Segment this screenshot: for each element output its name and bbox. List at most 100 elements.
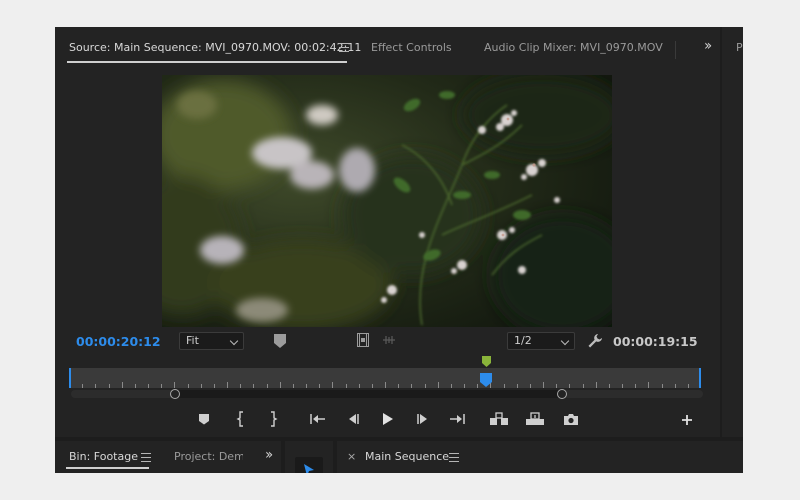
ruler-tick bbox=[385, 382, 386, 388]
ruler-tick bbox=[109, 384, 110, 388]
tab-source-monitor[interactable]: Source: Main Sequence: MVI_0970.MOV: 00:… bbox=[69, 41, 361, 54]
ruler-tick bbox=[517, 384, 518, 388]
ruler-tick bbox=[174, 382, 175, 388]
button-editor-button[interactable] bbox=[677, 411, 697, 429]
ruler-tick bbox=[227, 382, 228, 388]
active-tab-underline bbox=[67, 61, 347, 63]
ruler-tick bbox=[280, 382, 281, 388]
ruler-tick bbox=[569, 384, 570, 388]
tab-program-monitor[interactable]: P bbox=[736, 41, 743, 54]
tab-main-sequence[interactable]: Main Sequence bbox=[365, 450, 449, 463]
wrench-icon[interactable] bbox=[587, 333, 603, 349]
ruler-tick bbox=[583, 384, 584, 388]
step-back-icon bbox=[349, 414, 359, 424]
ruler-tick bbox=[648, 382, 649, 388]
chevron-down-icon bbox=[229, 336, 239, 346]
ruler-tick bbox=[477, 384, 478, 388]
current-timecode[interactable]: 00:00:20:12 bbox=[76, 334, 161, 349]
ruler-end-edge bbox=[699, 368, 701, 388]
ruler-tick bbox=[622, 384, 623, 388]
ruler-tick bbox=[609, 384, 610, 388]
ruler-tick bbox=[530, 384, 531, 388]
ruler-tick bbox=[332, 382, 333, 388]
close-icon[interactable]: × bbox=[347, 450, 356, 463]
in-point-marker-icon[interactable] bbox=[481, 356, 491, 367]
play-button[interactable] bbox=[378, 410, 398, 428]
mark-in-icon bbox=[236, 411, 243, 427]
panel-menu-icon[interactable] bbox=[141, 453, 151, 462]
ruler-tick bbox=[438, 382, 439, 388]
zoom-level-value: Fit bbox=[186, 334, 199, 347]
overwrite-button[interactable] bbox=[525, 410, 545, 428]
panel-menu-icon[interactable] bbox=[339, 43, 349, 52]
add-marker-button[interactable] bbox=[194, 410, 214, 428]
ruler-tick bbox=[425, 384, 426, 388]
zoom-scrollbar-thumb[interactable] bbox=[173, 390, 563, 398]
go-to-in-button[interactable] bbox=[308, 410, 328, 428]
selection-tool-button[interactable] bbox=[295, 457, 323, 473]
program-monitor-panel: P bbox=[722, 27, 743, 437]
insert-icon bbox=[490, 412, 508, 425]
mark-in-button[interactable] bbox=[231, 410, 251, 428]
drag-video-only-icon[interactable] bbox=[357, 333, 369, 347]
chevron-down-icon bbox=[560, 336, 570, 346]
marker-icon[interactable] bbox=[273, 333, 287, 349]
go-to-out-button[interactable] bbox=[447, 410, 467, 428]
ruler-tick bbox=[161, 384, 162, 388]
tools-panel bbox=[285, 441, 333, 473]
source-monitor-panel: Source: Main Sequence: MVI_0970.MOV: 00:… bbox=[55, 27, 720, 437]
go-to-out-icon bbox=[450, 414, 465, 424]
zoom-scrollbar-right-handle[interactable] bbox=[557, 389, 567, 399]
ruler-tick bbox=[319, 384, 320, 388]
double-chevron-right-icon[interactable]: ›› bbox=[265, 447, 273, 463]
drag-audio-only-icon[interactable] bbox=[382, 335, 396, 345]
ruler-tick bbox=[188, 384, 189, 388]
ruler-tick bbox=[504, 384, 505, 388]
ruler-tick bbox=[346, 384, 347, 388]
ruler-tick bbox=[95, 384, 96, 388]
ruler-tick bbox=[556, 384, 557, 388]
tab-separator bbox=[675, 41, 676, 59]
export-frame-button[interactable] bbox=[561, 410, 581, 428]
premiere-workspace: Source: Main Sequence: MVI_0970.MOV: 00:… bbox=[55, 27, 743, 473]
ruler-tick bbox=[543, 382, 544, 388]
step-forward-button[interactable] bbox=[413, 410, 433, 428]
playback-resolution-value: 1/2 bbox=[514, 334, 532, 347]
ruler-tick bbox=[662, 384, 663, 388]
mark-out-icon bbox=[271, 411, 278, 427]
zoom-scrollbar-left-handle[interactable] bbox=[170, 389, 180, 399]
ruler-tick bbox=[122, 382, 123, 388]
overwrite-icon bbox=[526, 412, 544, 425]
panel-menu-icon[interactable] bbox=[449, 453, 459, 462]
ruler-tick bbox=[359, 384, 360, 388]
ruler-start-edge bbox=[69, 368, 71, 388]
step-back-button[interactable] bbox=[343, 410, 363, 428]
ruler-tick bbox=[148, 384, 149, 388]
video-frame-image bbox=[162, 75, 612, 327]
double-chevron-right-icon[interactable]: ›› bbox=[704, 38, 712, 54]
ruler-tick bbox=[240, 384, 241, 388]
zoom-level-select[interactable]: Fit bbox=[179, 332, 244, 350]
ruler-tick bbox=[635, 384, 636, 388]
tab-audio-clip-mixer[interactable]: Audio Clip Mixer: MVI_0970.MOV bbox=[484, 41, 663, 54]
ruler-tick bbox=[372, 384, 373, 388]
ruler-tick bbox=[214, 384, 215, 388]
timeline-panel: × Main Sequence bbox=[337, 441, 743, 473]
insert-button[interactable] bbox=[489, 410, 509, 428]
source-tab-bar: Source: Main Sequence: MVI_0970.MOV: 00:… bbox=[55, 37, 720, 63]
playhead-icon[interactable] bbox=[480, 373, 493, 387]
active-tab-underline bbox=[66, 467, 149, 469]
step-forward-icon bbox=[417, 414, 427, 424]
tab-bin-footage[interactable]: Bin: Footage bbox=[69, 450, 138, 463]
time-ruler[interactable] bbox=[69, 368, 701, 388]
tab-project[interactable]: Project: Demo bbox=[174, 450, 243, 463]
play-icon bbox=[383, 413, 393, 425]
ruler-tick bbox=[411, 384, 412, 388]
mark-out-button[interactable] bbox=[263, 410, 283, 428]
plus-icon bbox=[682, 415, 692, 425]
ruler-tick bbox=[267, 384, 268, 388]
ruler-tick bbox=[596, 382, 597, 388]
playback-resolution-select[interactable]: 1/2 bbox=[507, 332, 575, 350]
tab-effect-controls[interactable]: Effect Controls bbox=[371, 41, 452, 54]
ruler-tick bbox=[306, 384, 307, 388]
